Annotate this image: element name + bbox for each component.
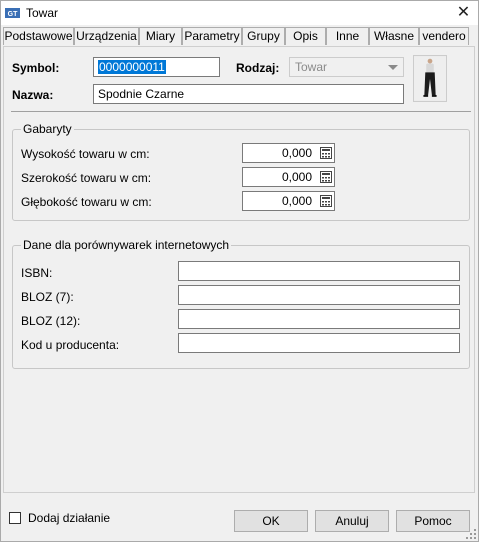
dodaj-dzialanie-checkbox[interactable] [9,512,21,524]
tab-parametry[interactable]: Parametry [182,27,242,45]
wysokosc-field[interactable]: 0,000 [242,143,335,163]
title-bar: GT Towar ✕ [1,1,478,25]
tab-opis[interactable]: Opis [285,27,326,45]
wysokosc-label: Wysokość towaru w cm: [21,147,150,161]
bloz7-field[interactable] [178,285,460,305]
symbol-label: Symbol: [12,61,60,75]
calculator-icon[interactable] [320,147,332,159]
wysokosc-value: 0,000 [281,146,312,160]
nazwa-label: Nazwa: [12,88,54,102]
szerokosc-value: 0,000 [281,170,312,184]
tab-miary[interactable]: Miary [139,27,182,45]
glebokosc-value: 0,000 [281,194,312,208]
tab-grupy[interactable]: Grupy [242,27,285,45]
svg-text:GT: GT [8,11,18,18]
szerokosc-field[interactable]: 0,000 [242,167,335,187]
kod-producenta-field[interactable] [178,333,460,353]
isbn-field[interactable] [178,261,460,281]
tab-podstawowe[interactable]: Podstawowe [3,27,74,45]
symbol-value: 0000000011 [98,60,166,74]
szerokosc-label: Szerokość towaru w cm: [21,171,152,185]
porownywarki-title: Dane dla porównywarek internetowych [21,238,232,252]
symbol-field[interactable]: 0000000011 [93,57,220,77]
rodzaj-label: Rodzaj: [236,61,280,75]
calculator-icon[interactable] [320,195,332,207]
kod-producenta-label: Kod u producenta: [21,338,120,352]
glebokosc-field[interactable]: 0,000 [242,191,335,211]
bloz12-field[interactable] [178,309,460,329]
gabaryty-group: Gabaryty Wysokość towaru w cm: 0,000 Sze… [12,122,470,221]
anuluj-button[interactable]: Anuluj [315,510,389,532]
tab-wlasne[interactable]: Własne [369,27,419,45]
dodaj-dzialanie-label[interactable]: Dodaj działanie [28,511,110,525]
footer-bar: Dodaj działanie OK Anuluj Pomoc [1,498,478,541]
gabaryty-title: Gabaryty [21,122,74,136]
resize-grip-icon[interactable] [466,529,476,539]
tab-panel-miary: Symbol: 0000000011 Rodzaj: Towar Nazwa: … [3,46,475,493]
nazwa-field[interactable]: Spodnie Czarne [93,84,404,104]
pomoc-button[interactable]: Pomoc [396,510,470,532]
porownywarki-group: Dane dla porównywarek internetowych ISBN… [12,238,470,369]
rodzaj-combo[interactable]: Towar [289,57,404,77]
tab-urzadzenia[interactable]: Urządzenia [74,27,139,45]
tab-strip: Podstawowe Urządzenia Miary Parametry Gr… [1,27,478,46]
window-title: Towar [26,6,59,20]
header-divider [11,111,471,112]
app-icon: GT [5,8,20,18]
chevron-down-icon [388,65,398,70]
ok-button[interactable]: OK [234,510,308,532]
tab-vendero[interactable]: vendero [419,27,469,45]
product-image[interactable] [413,55,447,102]
close-icon[interactable]: ✕ [449,1,478,25]
tab-inne[interactable]: Inne [326,27,369,45]
bloz12-label: BLOZ (12): [21,314,81,328]
glebokosc-label: Głębokość towaru w cm: [21,195,152,209]
isbn-label: ISBN: [21,266,53,280]
dialog-window: GT Towar ✕ Podstawowe Urządzenia Miary P… [0,0,479,542]
rodzaj-value: Towar [295,60,328,74]
calculator-icon[interactable] [320,171,332,183]
bloz7-label: BLOZ (7): [21,290,74,304]
